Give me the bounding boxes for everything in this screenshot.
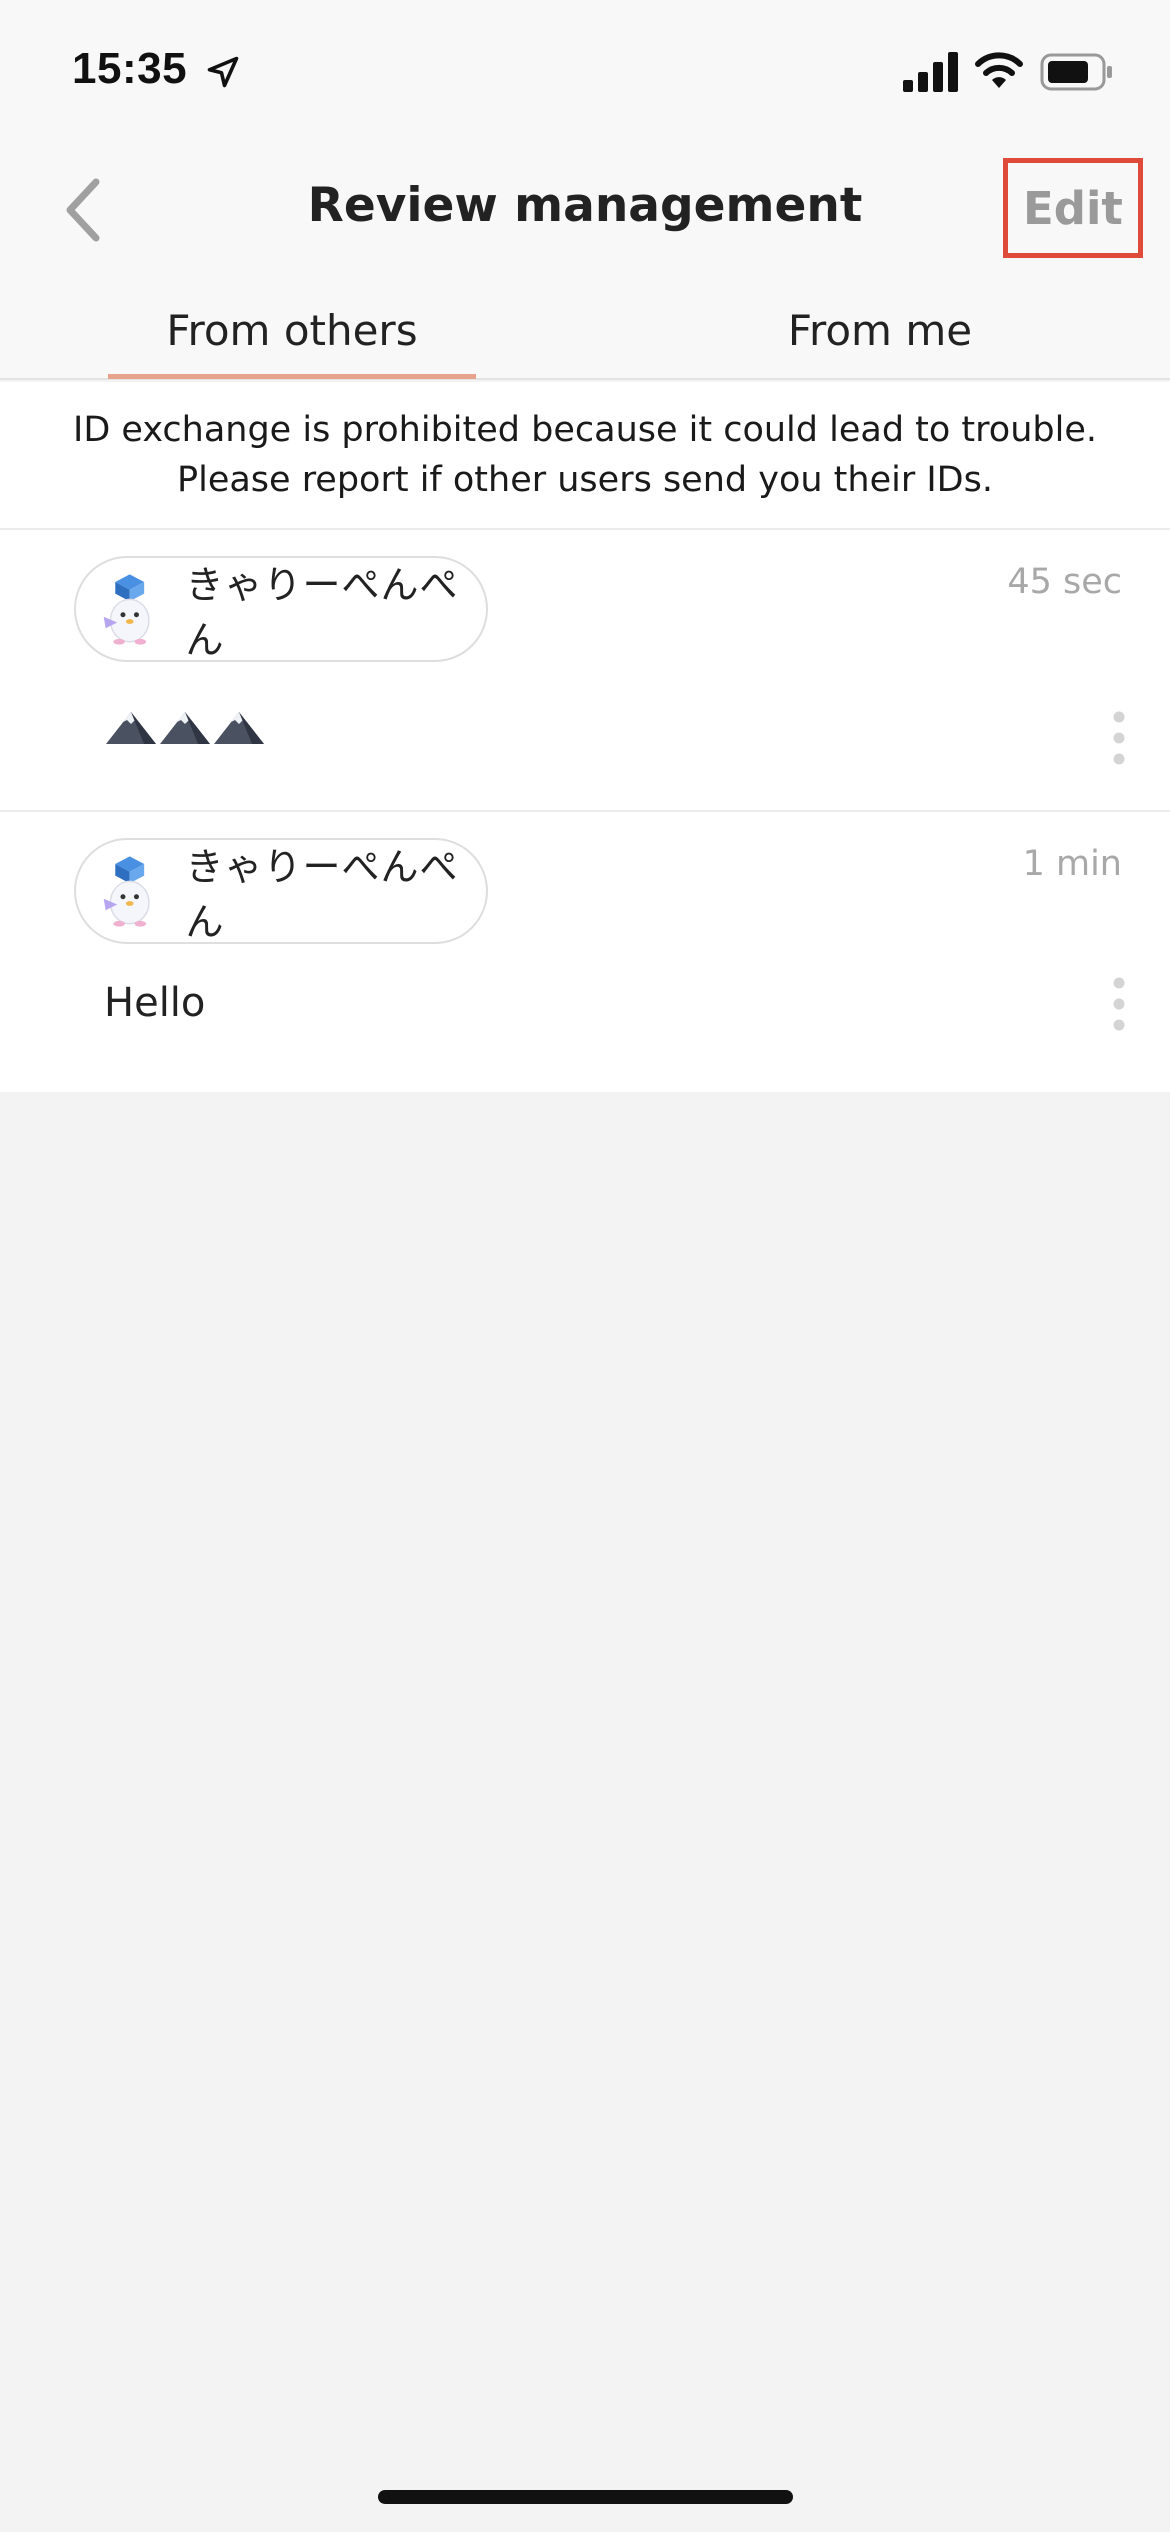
location-arrow-icon (207, 56, 239, 88)
status-bar: 15:35 (0, 0, 1170, 140)
page-title: Review management (307, 178, 863, 233)
edit-button[interactable]: Edit (1003, 158, 1143, 258)
selected-tab-indicator (108, 374, 476, 379)
review-list: きゃりーぺんぺん 45 sec きゃりーぺんぺん 1 min Hello (0, 530, 1170, 1092)
review-management-screen: 15:35 Review management Edit From others… (0, 0, 1170, 2532)
notice-line-2: Please report if other users send you th… (176, 460, 993, 500)
tab-label: From others (166, 305, 418, 355)
review-timestamp: 1 min (1022, 844, 1122, 884)
more-options-icon[interactable] (1112, 710, 1126, 766)
review-message: Hello (104, 980, 206, 1026)
edit-button-label: Edit (1023, 181, 1123, 235)
id-exchange-notice: ID exchange is prohibited because it cou… (0, 382, 1170, 530)
mountain-icon (214, 712, 264, 744)
tab-from-me[interactable]: From me (690, 280, 1070, 380)
mountain-icon (160, 712, 210, 744)
status-time: 15:35 (72, 44, 188, 93)
review-item: きゃりーぺんぺん 45 sec (0, 530, 1170, 812)
user-chip[interactable]: きゃりーぺんぺん (74, 556, 488, 662)
signal-icon (903, 52, 958, 92)
notice-line-1: ID exchange is prohibited because it cou… (73, 410, 1097, 450)
battery-icon (1040, 53, 1112, 91)
more-options-icon[interactable] (1112, 976, 1126, 1032)
wifi-icon (975, 52, 1023, 88)
user-chip[interactable]: きゃりーぺんぺん (74, 838, 488, 944)
review-message (104, 708, 266, 746)
review-timestamp: 45 sec (1007, 562, 1122, 602)
user-name: きゃりーぺんぺん (185, 563, 459, 662)
tab-bar: From others From me (0, 280, 1170, 380)
penguin-avatar-icon (103, 574, 150, 645)
review-item: きゃりーぺんぺん 1 min Hello (0, 812, 1170, 1092)
user-name: きゃりーぺんぺん (185, 845, 459, 944)
nav-bar: Review management Edit (0, 140, 1170, 280)
tab-from-others[interactable]: From others (108, 280, 476, 380)
mountain-icon (106, 712, 156, 744)
home-indicator (378, 2490, 793, 2504)
penguin-avatar-icon (103, 856, 150, 927)
tab-label: From me (787, 305, 973, 355)
